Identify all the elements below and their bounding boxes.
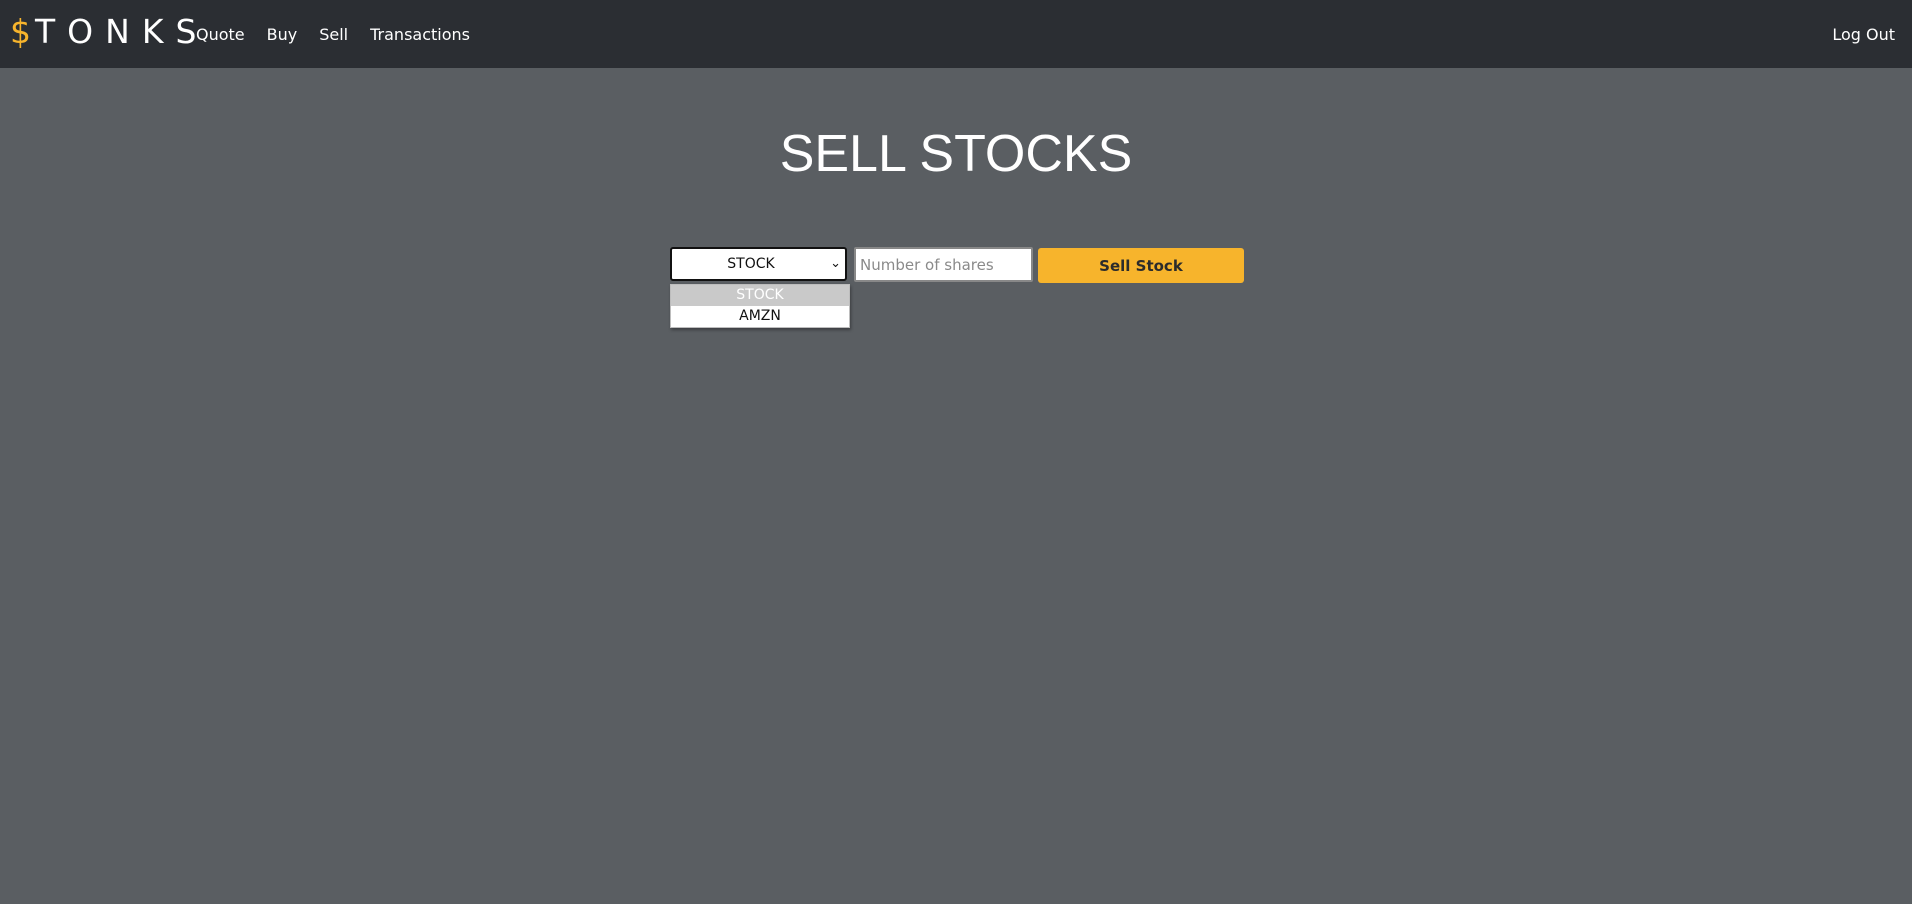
stock-select-dropdown: STOCK AMZN — [670, 284, 850, 328]
stock-option-amzn[interactable]: AMZN — [671, 306, 849, 327]
nav-link-transactions[interactable]: Transactions — [370, 22, 470, 48]
shares-input[interactable] — [854, 247, 1033, 282]
brand-dollar-symbol: $ — [10, 12, 35, 51]
chevron-down-icon: ⌄ — [830, 256, 841, 271]
navbar: $TONKS Quote Buy Sell Transactions Log O… — [0, 0, 1912, 68]
logout-link[interactable]: Log Out — [1832, 22, 1895, 48]
nav-links: Quote Buy Sell Transactions — [196, 22, 492, 48]
sell-stock-button[interactable]: Sell Stock — [1038, 248, 1244, 283]
nav-link-sell[interactable]: Sell — [319, 22, 348, 48]
nav-link-buy[interactable]: Buy — [267, 22, 298, 48]
stock-select-value: STOCK — [727, 256, 775, 272]
page-title: SELL STOCKS — [779, 125, 1133, 183]
brand-text: TONKS — [35, 12, 209, 51]
stock-option-stock[interactable]: STOCK — [671, 285, 849, 306]
stock-select[interactable]: STOCK ⌄ — [670, 247, 847, 281]
nav-link-quote[interactable]: Quote — [196, 22, 245, 48]
brand-logo[interactable]: $TONKS — [10, 12, 208, 52]
